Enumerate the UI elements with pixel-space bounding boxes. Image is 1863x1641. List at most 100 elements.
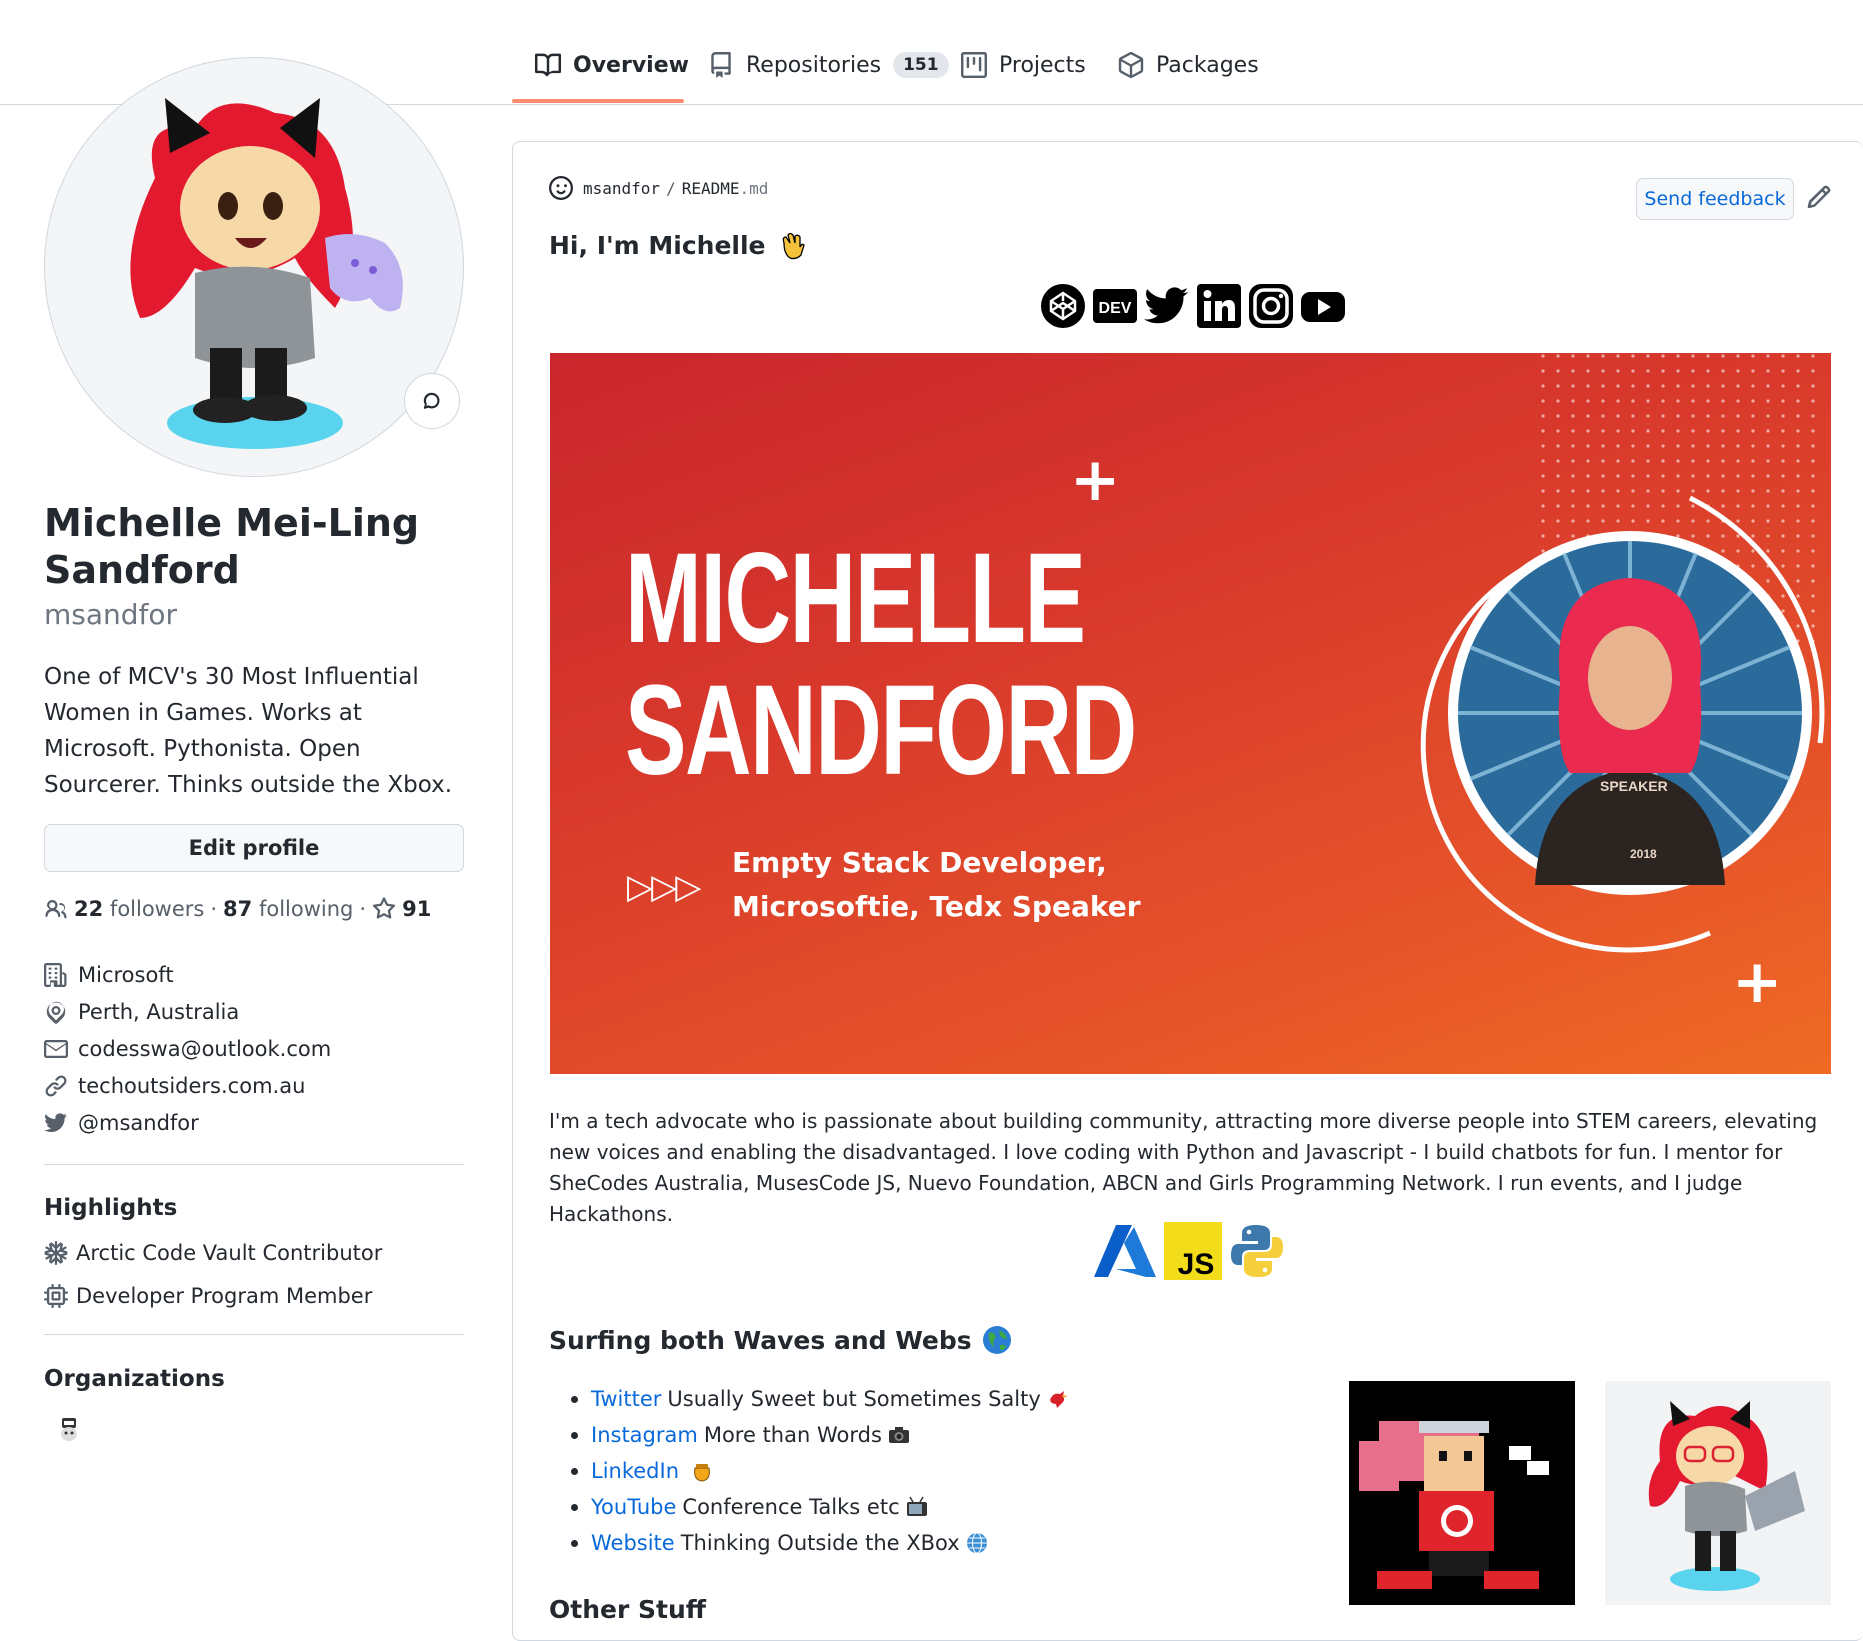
octocat-with-laptop-illustration [1648, 1401, 1805, 1591]
twitter-text-link[interactable]: Twitter [591, 1387, 661, 1411]
highlight-text: Arctic Code Vault Contributor [76, 1241, 383, 1265]
avatar[interactable] [44, 57, 464, 477]
detail-company: Microsoft [44, 956, 464, 993]
followers-link[interactable]: 22 followers [74, 897, 204, 921]
social-links-row: DEV [1040, 283, 1346, 329]
stars-count: 91 [402, 897, 432, 921]
banner-arrows: ▷▷▷ [627, 867, 701, 907]
banner-name-line1: MICHELLE [625, 527, 1086, 670]
list-item: Twitter Usually Sweet but Sometimes Salt… [571, 1381, 1069, 1417]
shirt-text: SPEAKER [1600, 778, 1668, 794]
readme-file-ext: .md [739, 178, 769, 198]
greeting-text: Hi, I'm Michelle [549, 230, 766, 260]
send-feedback-button[interactable]: Send feedback [1636, 178, 1794, 220]
highlight-developer-program[interactable]: Developer Program Member [44, 1284, 372, 1308]
section-heading-surfing: Surfing both Waves and Webs [549, 1325, 1012, 1355]
instagram-icon [1249, 284, 1293, 328]
readme-file-name: README [681, 178, 740, 198]
section-heading-other-stuff: Other Stuff [549, 1595, 706, 1624]
tab-label: Repositories [746, 52, 882, 78]
list-item-text: Conference Talks etc [682, 1495, 900, 1519]
readme-owner-link[interactable]: msandfor [583, 179, 660, 198]
svg-text:JS: JS [1178, 1248, 1215, 1280]
dev-link[interactable]: DEV [1092, 283, 1138, 329]
tab-overview[interactable]: Overview [535, 46, 689, 84]
detail-text: Microsoft [78, 962, 174, 987]
organization-avatar[interactable] [54, 1414, 84, 1444]
bird-emoji-icon [1049, 1391, 1068, 1408]
tab-repositories[interactable]: Repositories 151 [708, 46, 949, 84]
tech-icons-row: JS [1094, 1222, 1284, 1280]
following-label: following [258, 897, 354, 921]
detail-text: codesswa@outlook.com [78, 1036, 332, 1061]
globe-with-meridians-icon [966, 1532, 987, 1554]
pixel-art-avatar-image [1349, 1381, 1575, 1605]
active-tab-indicator [512, 99, 684, 103]
twitter-social-link[interactable] [1144, 283, 1190, 329]
tab-packages[interactable]: Packages [1118, 46, 1259, 84]
path-separator: / [666, 178, 676, 198]
banner-name: MICHELLE SANDFORD [625, 527, 1137, 802]
book-icon [535, 53, 561, 77]
pencil-icon[interactable] [1806, 184, 1832, 210]
python-icon [1231, 1225, 1283, 1277]
banner-name-line2: SANDFORD [625, 659, 1137, 802]
people-icon [45, 900, 67, 919]
list-item: YouTube Conference Talks etc [571, 1489, 1069, 1525]
list-item: LinkedIn [571, 1453, 1069, 1489]
stars-link[interactable]: 91 [372, 897, 431, 921]
tab-label: Projects [999, 52, 1086, 78]
readme-greeting: Hi, I'm Michelle [549, 229, 808, 261]
snowflake-icon [44, 1241, 68, 1265]
linkedin-link[interactable] [1196, 283, 1242, 329]
following-count: 87 [223, 897, 253, 921]
website-text-link[interactable]: Website [591, 1531, 675, 1555]
mail-icon [44, 1039, 68, 1058]
youtube-text-link[interactable]: YouTube [591, 1495, 676, 1519]
detail-twitter[interactable]: @msandfor [44, 1104, 464, 1141]
twitter-icon [1144, 287, 1189, 324]
edit-profile-button[interactable]: Edit profile [44, 824, 464, 872]
shirt-year: 2018 [1630, 847, 1657, 861]
tv-emoji-icon [906, 1496, 927, 1516]
profile-bio: One of MCV's 30 Most Influential Women i… [44, 664, 453, 798]
list-item-text: More than Words [703, 1423, 882, 1447]
banner-subtitle: Empty Stack Developer, Microsoftie, Tedx… [732, 841, 1141, 929]
plus-decoration: + [1070, 445, 1121, 515]
readme-banner-image: SPEAKER 2018 MICHELLE SANDFORD ▷▷▷ Empty… [550, 353, 1831, 1074]
linkedin-text-link[interactable]: LinkedIn [591, 1459, 679, 1483]
profile-username: msandfor [44, 598, 178, 631]
detail-email[interactable]: codesswa@outlook.com [44, 1030, 464, 1067]
follow-stats: 22 followers · 87 following · 91 [44, 897, 431, 921]
repo-icon [711, 52, 731, 78]
youtube-link[interactable] [1300, 283, 1346, 329]
organizations-heading: Organizations [44, 1366, 225, 1392]
twitter-icon [44, 1112, 67, 1132]
honeypot-emoji-icon [694, 1464, 710, 1482]
detail-location: Perth, Australia [44, 993, 464, 1030]
speech-bubble-icon [423, 392, 440, 409]
dev-icon: DEV [1093, 289, 1137, 323]
list-item-text: Usually Sweet but Sometimes Salty [667, 1387, 1041, 1411]
readme-file-path: msandfor / README .md [549, 176, 768, 200]
azure-icon [1094, 1225, 1156, 1277]
javascript-icon: JS [1164, 1222, 1222, 1280]
octocat-laptop-image [1605, 1381, 1831, 1605]
octocat-avatar-illustration [130, 98, 403, 449]
tab-projects[interactable]: Projects [961, 46, 1086, 84]
highlight-arctic-vault[interactable]: Arctic Code Vault Contributor [44, 1241, 382, 1265]
linkedin-icon [1197, 284, 1241, 328]
following-link[interactable]: 87 following [223, 897, 353, 921]
instagram-link[interactable] [1248, 283, 1294, 329]
banner-subtitle-line2: Microsoftie, Tedx Speaker [732, 890, 1141, 923]
set-status-button[interactable] [404, 373, 460, 429]
followers-label: followers [109, 897, 205, 921]
list-item: Website Thinking Outside the XBox [571, 1525, 1069, 1561]
tab-label: Overview [573, 52, 689, 78]
codepen-link[interactable] [1040, 283, 1086, 329]
waving-hand-icon [782, 232, 805, 260]
readme-intro-paragraph: I'm a tech advocate who is passionate ab… [549, 1109, 1818, 1226]
star-icon [372, 897, 396, 919]
detail-website[interactable]: techoutsiders.com.au [44, 1067, 464, 1104]
instagram-text-link[interactable]: Instagram [591, 1423, 698, 1447]
